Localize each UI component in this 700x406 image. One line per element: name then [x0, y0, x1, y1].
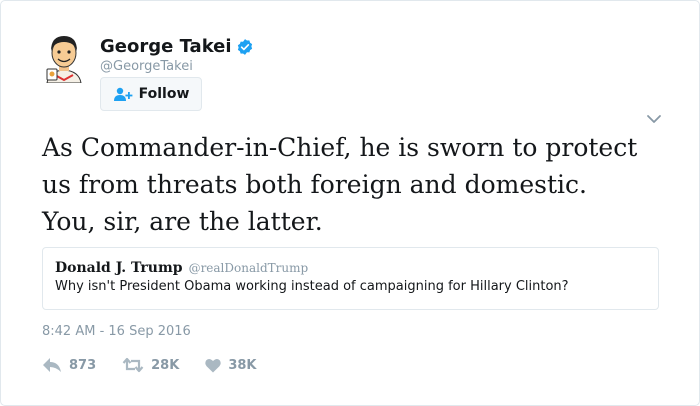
retweet-count: 28K — [151, 357, 180, 373]
avatar-illustration-icon — [46, 36, 82, 84]
add-user-icon — [113, 87, 133, 101]
user-name-row[interactable]: George Takei — [100, 36, 254, 57]
follow-button-label: Follow — [138, 86, 190, 102]
tweet-text: As Commander-in-Chief, he is sworn to pr… — [42, 133, 638, 236]
like-button[interactable]: 38K — [205, 358, 256, 373]
heart-icon — [205, 358, 222, 372]
retweet-icon — [122, 357, 144, 373]
avatar[interactable] — [41, 33, 87, 84]
tweet-card: George Takei @GeorgeTakei Follow As Comm… — [0, 0, 700, 406]
tweet-timestamp[interactable]: 8:42 AM - 16 Sep 2016 — [42, 324, 191, 339]
quoted-tweet[interactable]: Donald J. Trump @realDonaldTrump Why isn… — [42, 247, 659, 310]
retweet-button[interactable]: 28K — [122, 357, 179, 373]
user-handle[interactable]: @GeorgeTakei — [100, 59, 193, 74]
chevron-down-icon[interactable] — [646, 113, 662, 125]
quoted-handle: @realDonaldTrump — [188, 261, 309, 275]
follow-button[interactable]: Follow — [100, 77, 202, 111]
verified-badge-icon — [237, 38, 252, 55]
reply-button[interactable]: 873 — [42, 357, 96, 373]
reply-count: 873 — [69, 357, 97, 373]
quoted-tweet-text: Why isn't President Obama working instea… — [55, 279, 569, 294]
quoted-display-name: Donald J. Trump — [55, 260, 183, 276]
display-name[interactable]: George Takei — [100, 36, 232, 57]
tweet-actions: 873 28K 38K — [42, 357, 282, 373]
reply-icon — [43, 358, 61, 372]
like-count: 38K — [228, 357, 257, 373]
